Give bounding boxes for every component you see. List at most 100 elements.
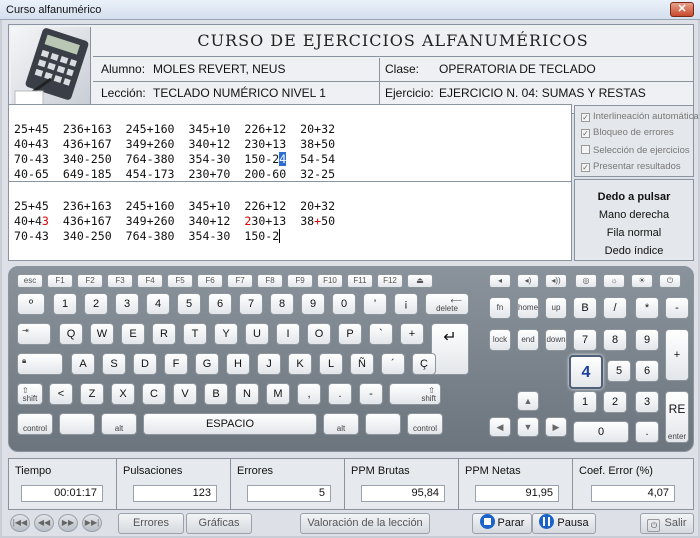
numpad-4-highlighted[interactable]: 4 bbox=[569, 355, 603, 389]
key-6[interactable]: 6 bbox=[208, 293, 232, 315]
numpad-b[interactable]: B bbox=[573, 297, 597, 319]
key-plus[interactable]: + bbox=[400, 323, 424, 345]
eject-key-icon[interactable]: ⏏ bbox=[407, 274, 433, 288]
graficas-button[interactable]: Gráficas bbox=[186, 513, 252, 534]
key-comma[interactable]: , bbox=[297, 383, 321, 405]
numpad-divide[interactable]: / bbox=[603, 297, 627, 319]
key-enye[interactable]: Ñ bbox=[350, 353, 374, 375]
numpad-minus[interactable]: - bbox=[665, 297, 689, 319]
numpad-plus[interactable]: + bbox=[665, 329, 689, 381]
key-z[interactable]: Z bbox=[80, 383, 104, 405]
key-t[interactable]: T bbox=[183, 323, 207, 345]
volume-mute-icon[interactable]: ◂ bbox=[489, 274, 511, 288]
next-page-icon[interactable]: ▶▶ bbox=[58, 514, 78, 532]
key-i[interactable]: I bbox=[276, 323, 300, 345]
key-lock[interactable]: lock bbox=[489, 329, 511, 351]
key-fn[interactable]: fn bbox=[489, 297, 511, 319]
key-g[interactable]: G bbox=[195, 353, 219, 375]
key-page-up[interactable]: up bbox=[545, 297, 567, 319]
key-page-down[interactable]: down bbox=[545, 329, 567, 351]
delete-key[interactable]: ⟵ delete bbox=[425, 293, 469, 315]
key-v[interactable]: V bbox=[173, 383, 197, 405]
key-home[interactable]: home bbox=[517, 297, 539, 319]
key-0[interactable]: 0 bbox=[332, 293, 356, 315]
globe-icon[interactable]: ◎ bbox=[575, 274, 597, 288]
numpad-8[interactable]: 8 bbox=[603, 329, 627, 351]
right-shift-key[interactable]: ⇧ shift bbox=[389, 383, 441, 405]
key-5[interactable]: 5 bbox=[177, 293, 201, 315]
key-x[interactable]: X bbox=[111, 383, 135, 405]
key-c[interactable]: C bbox=[142, 383, 166, 405]
key-ordinal[interactable]: º bbox=[17, 293, 45, 315]
key-k[interactable]: K bbox=[288, 353, 312, 375]
numpad-7[interactable]: 7 bbox=[573, 329, 597, 351]
key-f[interactable]: F bbox=[164, 353, 188, 375]
key-period[interactable]: . bbox=[328, 383, 352, 405]
left-shift-key[interactable]: ⇧ shift bbox=[17, 383, 43, 405]
key-y[interactable]: Y bbox=[214, 323, 238, 345]
numpad-5[interactable]: 5 bbox=[607, 360, 631, 382]
key-u[interactable]: U bbox=[245, 323, 269, 345]
checkbox-checked-icon[interactable]: ✓ bbox=[581, 113, 590, 122]
key-esc[interactable]: esc bbox=[17, 274, 43, 288]
key-cedilla[interactable]: Ç bbox=[412, 353, 436, 375]
parar-button[interactable]: Parar bbox=[472, 513, 532, 534]
numpad-decimal[interactable]: . bbox=[635, 421, 659, 443]
key-9[interactable]: 9 bbox=[301, 293, 325, 315]
key-s[interactable]: S bbox=[102, 353, 126, 375]
arrow-right-icon[interactable]: ▶ bbox=[545, 417, 567, 437]
numpad-3[interactable]: 3 bbox=[635, 391, 659, 413]
arrow-left-icon[interactable]: ◀ bbox=[489, 417, 511, 437]
numpad-multiply[interactable]: * bbox=[635, 297, 659, 319]
volume-down-icon[interactable]: ◂) bbox=[517, 274, 539, 288]
key-f6[interactable]: F6 bbox=[197, 274, 223, 288]
key-2[interactable]: 2 bbox=[84, 293, 108, 315]
option-presentar[interactable]: ✓ Presentar resultados bbox=[581, 161, 681, 175]
key-acute[interactable]: ´ bbox=[381, 353, 405, 375]
key-f4[interactable]: F4 bbox=[137, 274, 163, 288]
key-w[interactable]: W bbox=[90, 323, 114, 345]
numpad-0[interactable]: 0 bbox=[573, 421, 629, 443]
key-f8[interactable]: F8 bbox=[257, 274, 283, 288]
key-r[interactable]: R bbox=[152, 323, 176, 345]
key-1[interactable]: 1 bbox=[53, 293, 77, 315]
key-f2[interactable]: F2 bbox=[77, 274, 103, 288]
key-h[interactable]: H bbox=[226, 353, 250, 375]
key-f5[interactable]: F5 bbox=[167, 274, 193, 288]
left-alt-key[interactable]: alt bbox=[101, 413, 137, 435]
checkbox-checked-icon[interactable]: ✓ bbox=[581, 129, 590, 138]
numpad-1[interactable]: 1 bbox=[573, 391, 597, 413]
option-interlineacion[interactable]: ✓ Interlineación automática bbox=[581, 111, 699, 125]
numpad-9[interactable]: 9 bbox=[635, 329, 659, 351]
key-b[interactable]: B bbox=[204, 383, 228, 405]
key-4[interactable]: 4 bbox=[146, 293, 170, 315]
last-page-icon[interactable]: ▶▶| bbox=[82, 514, 102, 532]
first-page-icon[interactable]: |◀◀ bbox=[10, 514, 30, 532]
key-f9[interactable]: F9 bbox=[287, 274, 313, 288]
numpad-enter[interactable]: RE enter bbox=[665, 391, 689, 443]
checkbox-unchecked-icon[interactable] bbox=[581, 145, 590, 154]
option-seleccion[interactable]: Selección de ejercicios bbox=[581, 145, 690, 159]
previous-page-icon[interactable]: ◀◀ bbox=[34, 514, 54, 532]
key-inverted-exclamation[interactable]: ¡ bbox=[394, 293, 418, 315]
numpad-2[interactable]: 2 bbox=[603, 391, 627, 413]
key-f11[interactable]: F11 bbox=[347, 274, 373, 288]
valoracion-button[interactable]: Valoración de la lección bbox=[300, 513, 430, 534]
right-fn-key[interactable] bbox=[365, 413, 401, 435]
caps-lock-key[interactable]: 🔒︎ bbox=[17, 353, 63, 375]
key-m[interactable]: M bbox=[266, 383, 290, 405]
key-n[interactable]: N bbox=[235, 383, 259, 405]
brightness-down-icon[interactable]: ☼ bbox=[603, 274, 625, 288]
key-7[interactable]: 7 bbox=[239, 293, 263, 315]
key-f10[interactable]: F10 bbox=[317, 274, 343, 288]
key-q[interactable]: Q bbox=[59, 323, 83, 345]
key-a[interactable]: A bbox=[71, 353, 95, 375]
option-bloqueo[interactable]: ✓ Bloqueo de errores bbox=[581, 127, 674, 141]
enter-key-icon[interactable]: ↵ bbox=[431, 323, 469, 375]
key-e[interactable]: E bbox=[121, 323, 145, 345]
arrow-up-icon[interactable]: ▲ bbox=[517, 391, 539, 411]
key-minus[interactable]: - bbox=[359, 383, 383, 405]
salir-button[interactable]: ⏻ Salir bbox=[640, 513, 694, 534]
key-l[interactable]: L bbox=[319, 353, 343, 375]
left-fn-key[interactable] bbox=[59, 413, 95, 435]
